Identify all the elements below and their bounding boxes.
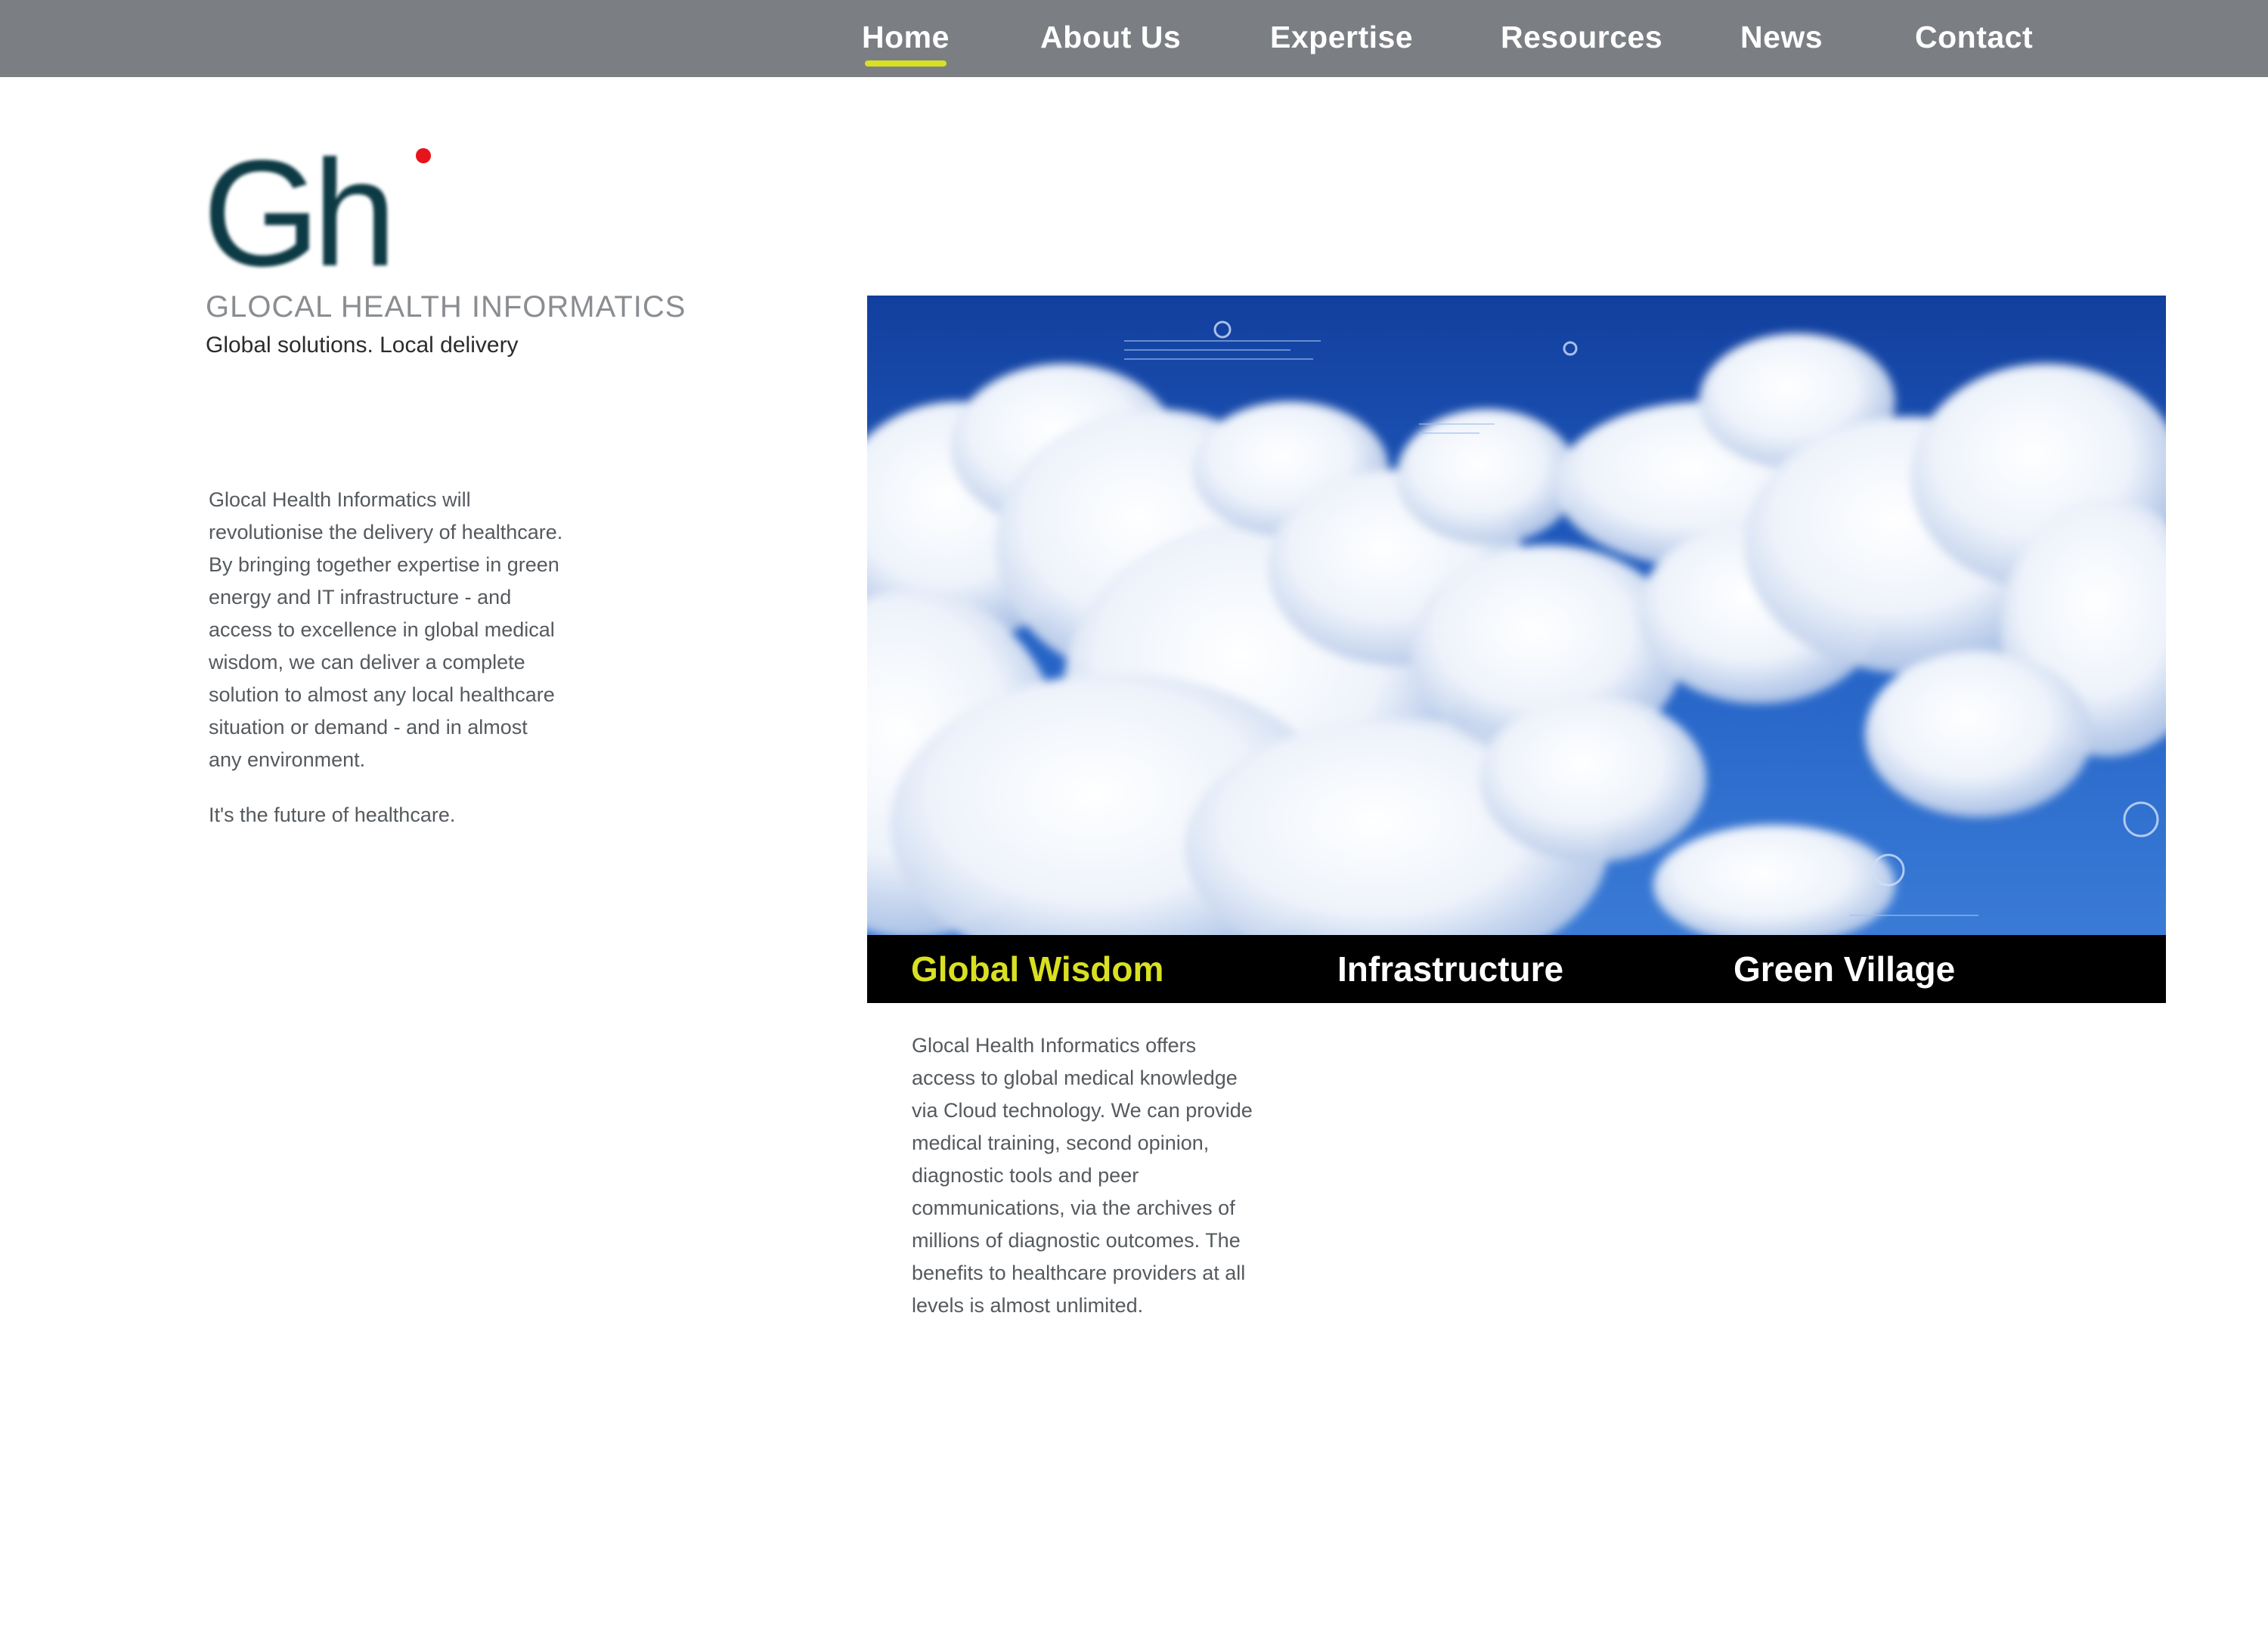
tab-global-wisdom[interactable]: Global Wisdom bbox=[911, 935, 1163, 1003]
tab-infrastructure[interactable]: Infrastructure bbox=[1337, 935, 1563, 1003]
nav-contact[interactable]: Contact bbox=[1915, 14, 2033, 60]
slide-description: Glocal Health Informatics offers access … bbox=[912, 1034, 1253, 1317]
logo-mark: Gh bbox=[203, 129, 431, 298]
intro-text: Glocal Health Informatics will revolutio… bbox=[209, 484, 564, 831]
nav-expertise[interactable]: Expertise bbox=[1270, 14, 1413, 60]
nav-news[interactable]: News bbox=[1740, 14, 1823, 60]
logo-text: Gh bbox=[203, 133, 389, 284]
company-tagline: Global solutions. Local delivery bbox=[206, 333, 519, 358]
company-name: GLOCAL HEALTH INFORMATICS bbox=[206, 290, 686, 324]
top-nav-bar: Home About Us Expertise Resources News C… bbox=[0, 0, 2268, 77]
nav-resources[interactable]: Resources bbox=[1501, 14, 1662, 60]
intro-closing: It's the future of healthcare. bbox=[209, 803, 456, 826]
nav-about-us[interactable]: About Us bbox=[1040, 14, 1181, 60]
hero-slide-image[interactable] bbox=[867, 296, 2166, 935]
clouds-image bbox=[867, 296, 2166, 935]
slider-tab-bar: Global Wisdom Infrastructure Green Villa… bbox=[867, 935, 2166, 1003]
nav-home[interactable]: Home bbox=[862, 14, 950, 67]
company-logo[interactable]: Gh bbox=[203, 129, 452, 298]
intro-paragraph: Glocal Health Informatics will revolutio… bbox=[209, 488, 563, 771]
logo-dot bbox=[416, 148, 431, 163]
tab-green-village[interactable]: Green Village bbox=[1734, 935, 1955, 1003]
